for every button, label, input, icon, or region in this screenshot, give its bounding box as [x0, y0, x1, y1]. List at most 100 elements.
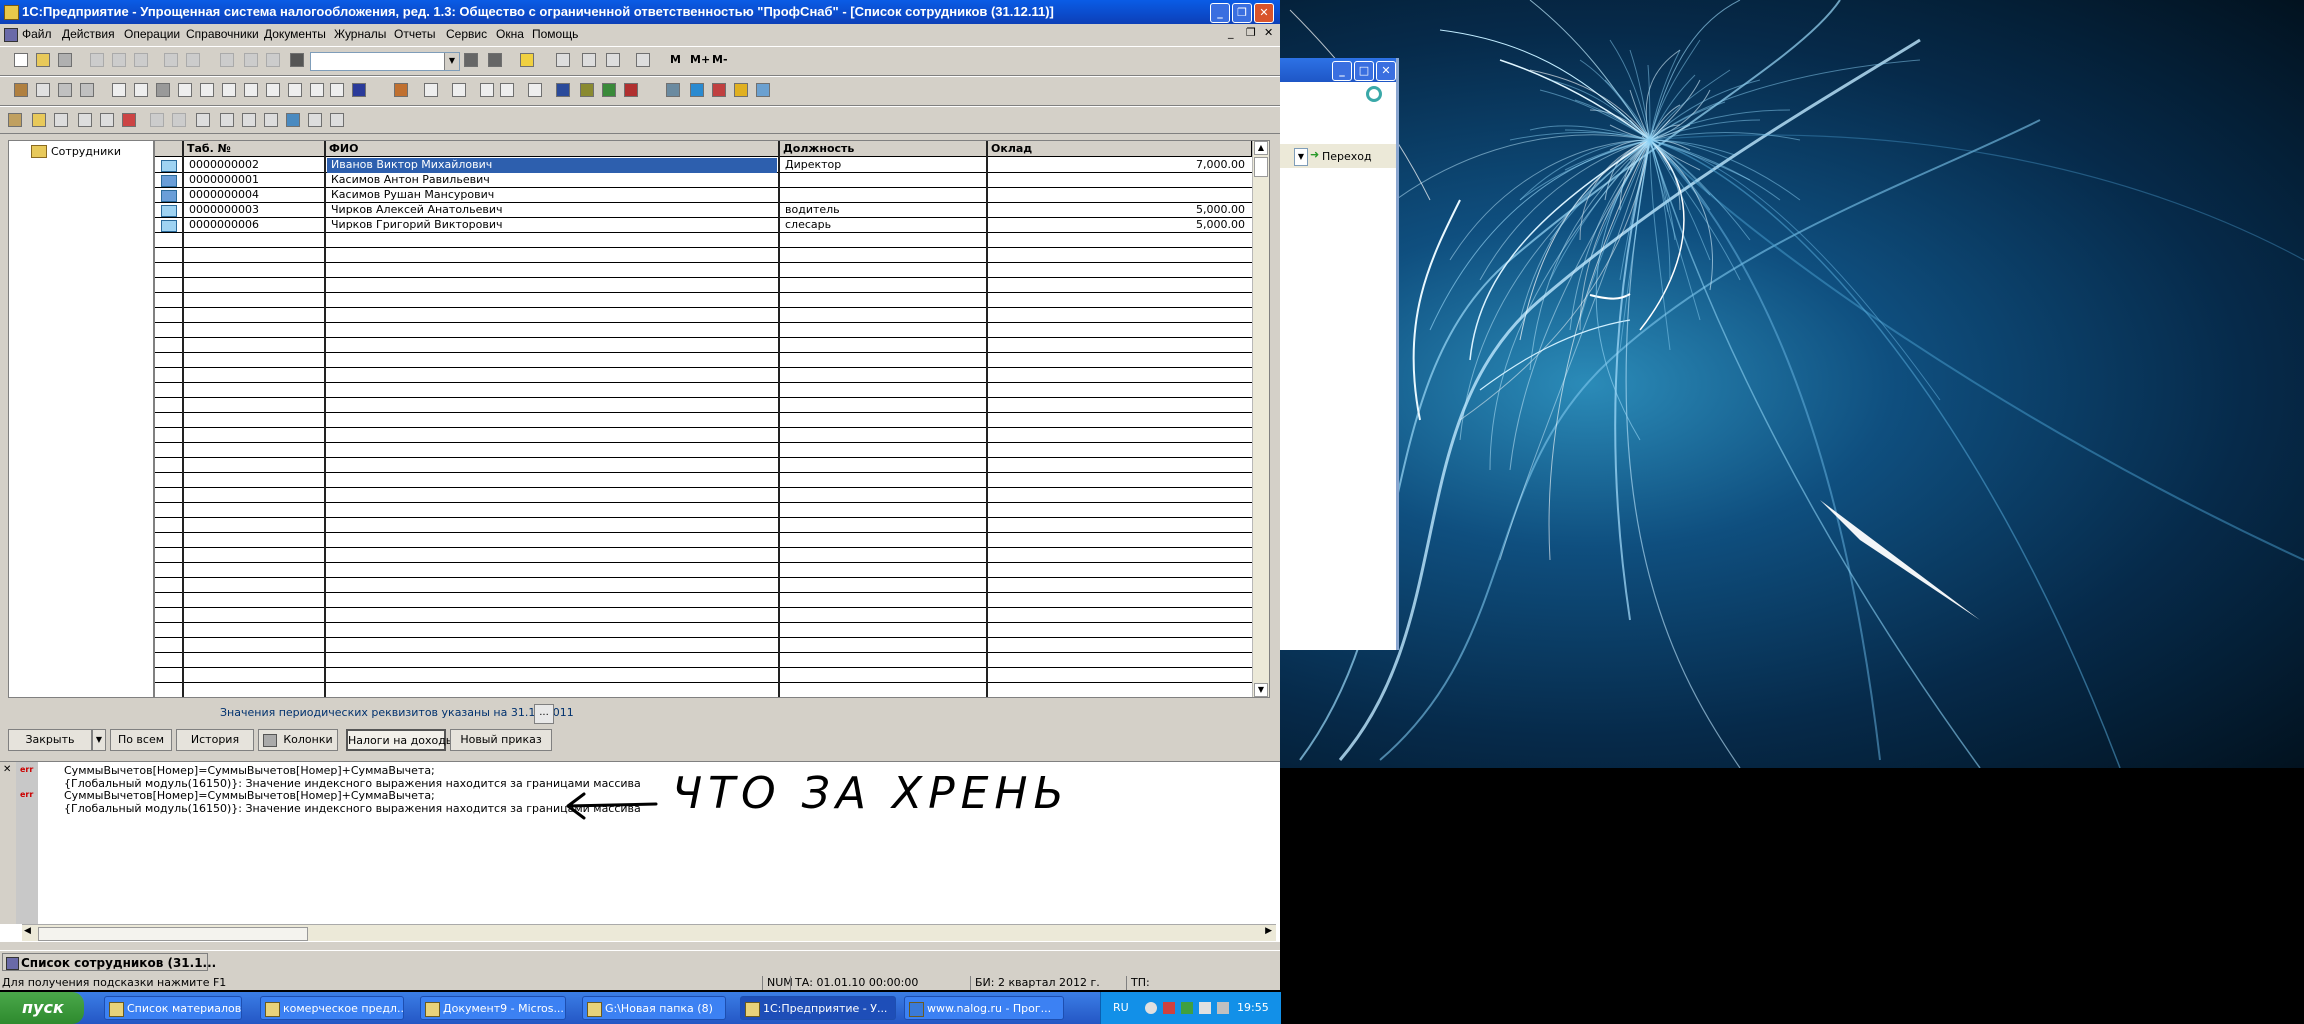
delete-icon[interactable] — [220, 53, 234, 67]
table-row[interactable]: 0000000004 Касимов Рушан Мансурович — [155, 188, 1252, 203]
messages-horizontal-scrollbar[interactable]: ◀ ▶ — [22, 924, 1276, 941]
level-icon[interactable] — [242, 113, 256, 127]
menu-actions[interactable]: Действия — [62, 27, 115, 41]
tray-icon[interactable] — [1145, 1002, 1157, 1014]
empty-row[interactable] — [155, 398, 1252, 413]
menu-windows[interactable]: Окна — [496, 27, 524, 41]
header-fio[interactable]: ФИО — [325, 141, 779, 157]
empty-row[interactable] — [155, 428, 1252, 443]
find-icon[interactable] — [464, 53, 478, 67]
header-tab-number[interactable]: Таб. № — [183, 141, 325, 157]
task-button[interactable]: комерческое предл... — [260, 996, 404, 1020]
menu-help[interactable]: Помощь — [532, 27, 578, 41]
empty-row[interactable] — [155, 278, 1252, 293]
save-icon[interactable] — [58, 53, 72, 67]
all-button[interactable]: По всем — [110, 729, 172, 751]
volume-icon[interactable] — [1217, 1002, 1229, 1014]
start-button[interactable]: пуск — [0, 992, 84, 1024]
empty-row[interactable] — [155, 608, 1252, 623]
empty-row[interactable] — [155, 533, 1252, 548]
scroll-thumb[interactable] — [1254, 157, 1268, 177]
empty-row[interactable] — [155, 233, 1252, 248]
goods-icon[interactable] — [580, 83, 594, 97]
find-next-icon[interactable] — [488, 53, 502, 67]
doc7-icon[interactable] — [244, 83, 258, 97]
undo-icon[interactable] — [244, 53, 258, 67]
language-indicator[interactable]: RU — [1113, 1001, 1129, 1014]
empty-row[interactable] — [155, 473, 1252, 488]
binoculars-icon[interactable] — [290, 53, 304, 67]
chart-icon[interactable] — [712, 83, 726, 97]
task-button-active[interactable]: 1С:Предприятие - У... — [740, 996, 896, 1020]
empty-row[interactable] — [155, 323, 1252, 338]
calendar-icon[interactable] — [582, 53, 596, 67]
menu-references[interactable]: Справочники — [186, 27, 259, 41]
move-icon[interactable] — [150, 113, 164, 127]
pko-icon[interactable] — [480, 83, 494, 97]
menu-operations[interactable]: Операции — [124, 27, 180, 41]
hierarchy-icon[interactable] — [264, 113, 278, 127]
close-button[interactable]: Закрыть — [8, 729, 92, 751]
menu-file[interactable]: Файл — [22, 27, 52, 41]
empty-row[interactable] — [155, 653, 1252, 668]
bank2-icon[interactable] — [452, 83, 466, 97]
invoice-icon[interactable] — [528, 83, 542, 97]
table-row[interactable]: 0000000002 Иванов Виктор Михайлович Директ… — [155, 158, 1252, 173]
rko-icon[interactable] — [500, 83, 514, 97]
empty-row[interactable] — [155, 443, 1252, 458]
add-group-icon[interactable] — [32, 113, 46, 127]
task-button[interactable]: Документ9 - Micros... — [420, 996, 566, 1020]
copy-row-icon[interactable] — [54, 113, 68, 127]
memory-button[interactable]: M — [670, 53, 681, 66]
question-icon[interactable] — [308, 113, 322, 127]
open-icon[interactable] — [36, 53, 50, 67]
empty-row[interactable] — [155, 353, 1252, 368]
folder-report-icon[interactable] — [734, 83, 748, 97]
empty-row[interactable] — [155, 383, 1252, 398]
table-row[interactable]: 0000000001 Касимов Антон Равильевич — [155, 173, 1252, 188]
columns-button[interactable]: Колонки — [258, 729, 338, 751]
new-order-button[interactable]: Новый приказ — [450, 729, 552, 751]
chevron-down-icon[interactable]: ▼ — [444, 53, 459, 70]
minimize-button[interactable]: _ — [1210, 3, 1230, 23]
history-button[interactable]: История — [176, 729, 254, 751]
taxes-button[interactable]: Налоги на доходы — [346, 729, 455, 751]
menu-documents[interactable]: Документы — [264, 27, 326, 41]
bg-minimize-button[interactable]: _ — [1332, 61, 1352, 81]
empty-row[interactable] — [155, 623, 1252, 638]
restore-button[interactable]: ❐ — [1232, 3, 1252, 23]
book-icon[interactable] — [636, 53, 650, 67]
doc2-icon[interactable] — [134, 83, 148, 97]
task-button[interactable]: www.nalog.ru - Прог... — [904, 996, 1064, 1020]
tree-icon[interactable] — [80, 83, 94, 97]
table-vertical-scrollbar[interactable]: ▲ ▼ — [1252, 141, 1269, 697]
memory-plus-button[interactable]: M+ — [690, 53, 710, 66]
assets-icon[interactable] — [602, 83, 616, 97]
empty-row[interactable] — [155, 668, 1252, 683]
report-icon[interactable] — [756, 83, 770, 97]
doc5-icon[interactable] — [200, 83, 214, 97]
tray-icon[interactable] — [1181, 1002, 1193, 1014]
document-menu-icon[interactable] — [4, 28, 18, 42]
new-icon[interactable] — [14, 53, 28, 67]
header-salary[interactable]: Оклад — [987, 141, 1252, 157]
table-row[interactable]: 0000000006 Чирков Григорий Викторович слес… — [155, 218, 1252, 233]
bank-icon[interactable] — [424, 83, 438, 97]
box-icon[interactable] — [14, 83, 28, 97]
cashbox-icon[interactable] — [624, 83, 638, 97]
doc3-icon[interactable] — [156, 83, 170, 97]
list-icon[interactable] — [36, 83, 50, 97]
network-icon[interactable] — [1199, 1002, 1211, 1014]
help-icon[interactable] — [520, 53, 534, 67]
scroll-left-icon[interactable]: ◀ — [24, 926, 31, 936]
globe-icon[interactable] — [690, 83, 704, 97]
task-button[interactable]: Список материалов... — [104, 996, 242, 1020]
memory-minus-button[interactable]: M- — [712, 53, 728, 66]
bg-maximize-button[interactable]: □ — [1354, 61, 1374, 81]
empty-row[interactable] — [155, 263, 1252, 278]
go-button[interactable]: Переход — [1322, 150, 1372, 163]
settings-icon[interactable] — [666, 83, 680, 97]
mark-delete-icon[interactable] — [122, 113, 136, 127]
paste-icon[interactable] — [134, 53, 148, 67]
bg-close-button[interactable]: ✕ — [1376, 61, 1396, 81]
